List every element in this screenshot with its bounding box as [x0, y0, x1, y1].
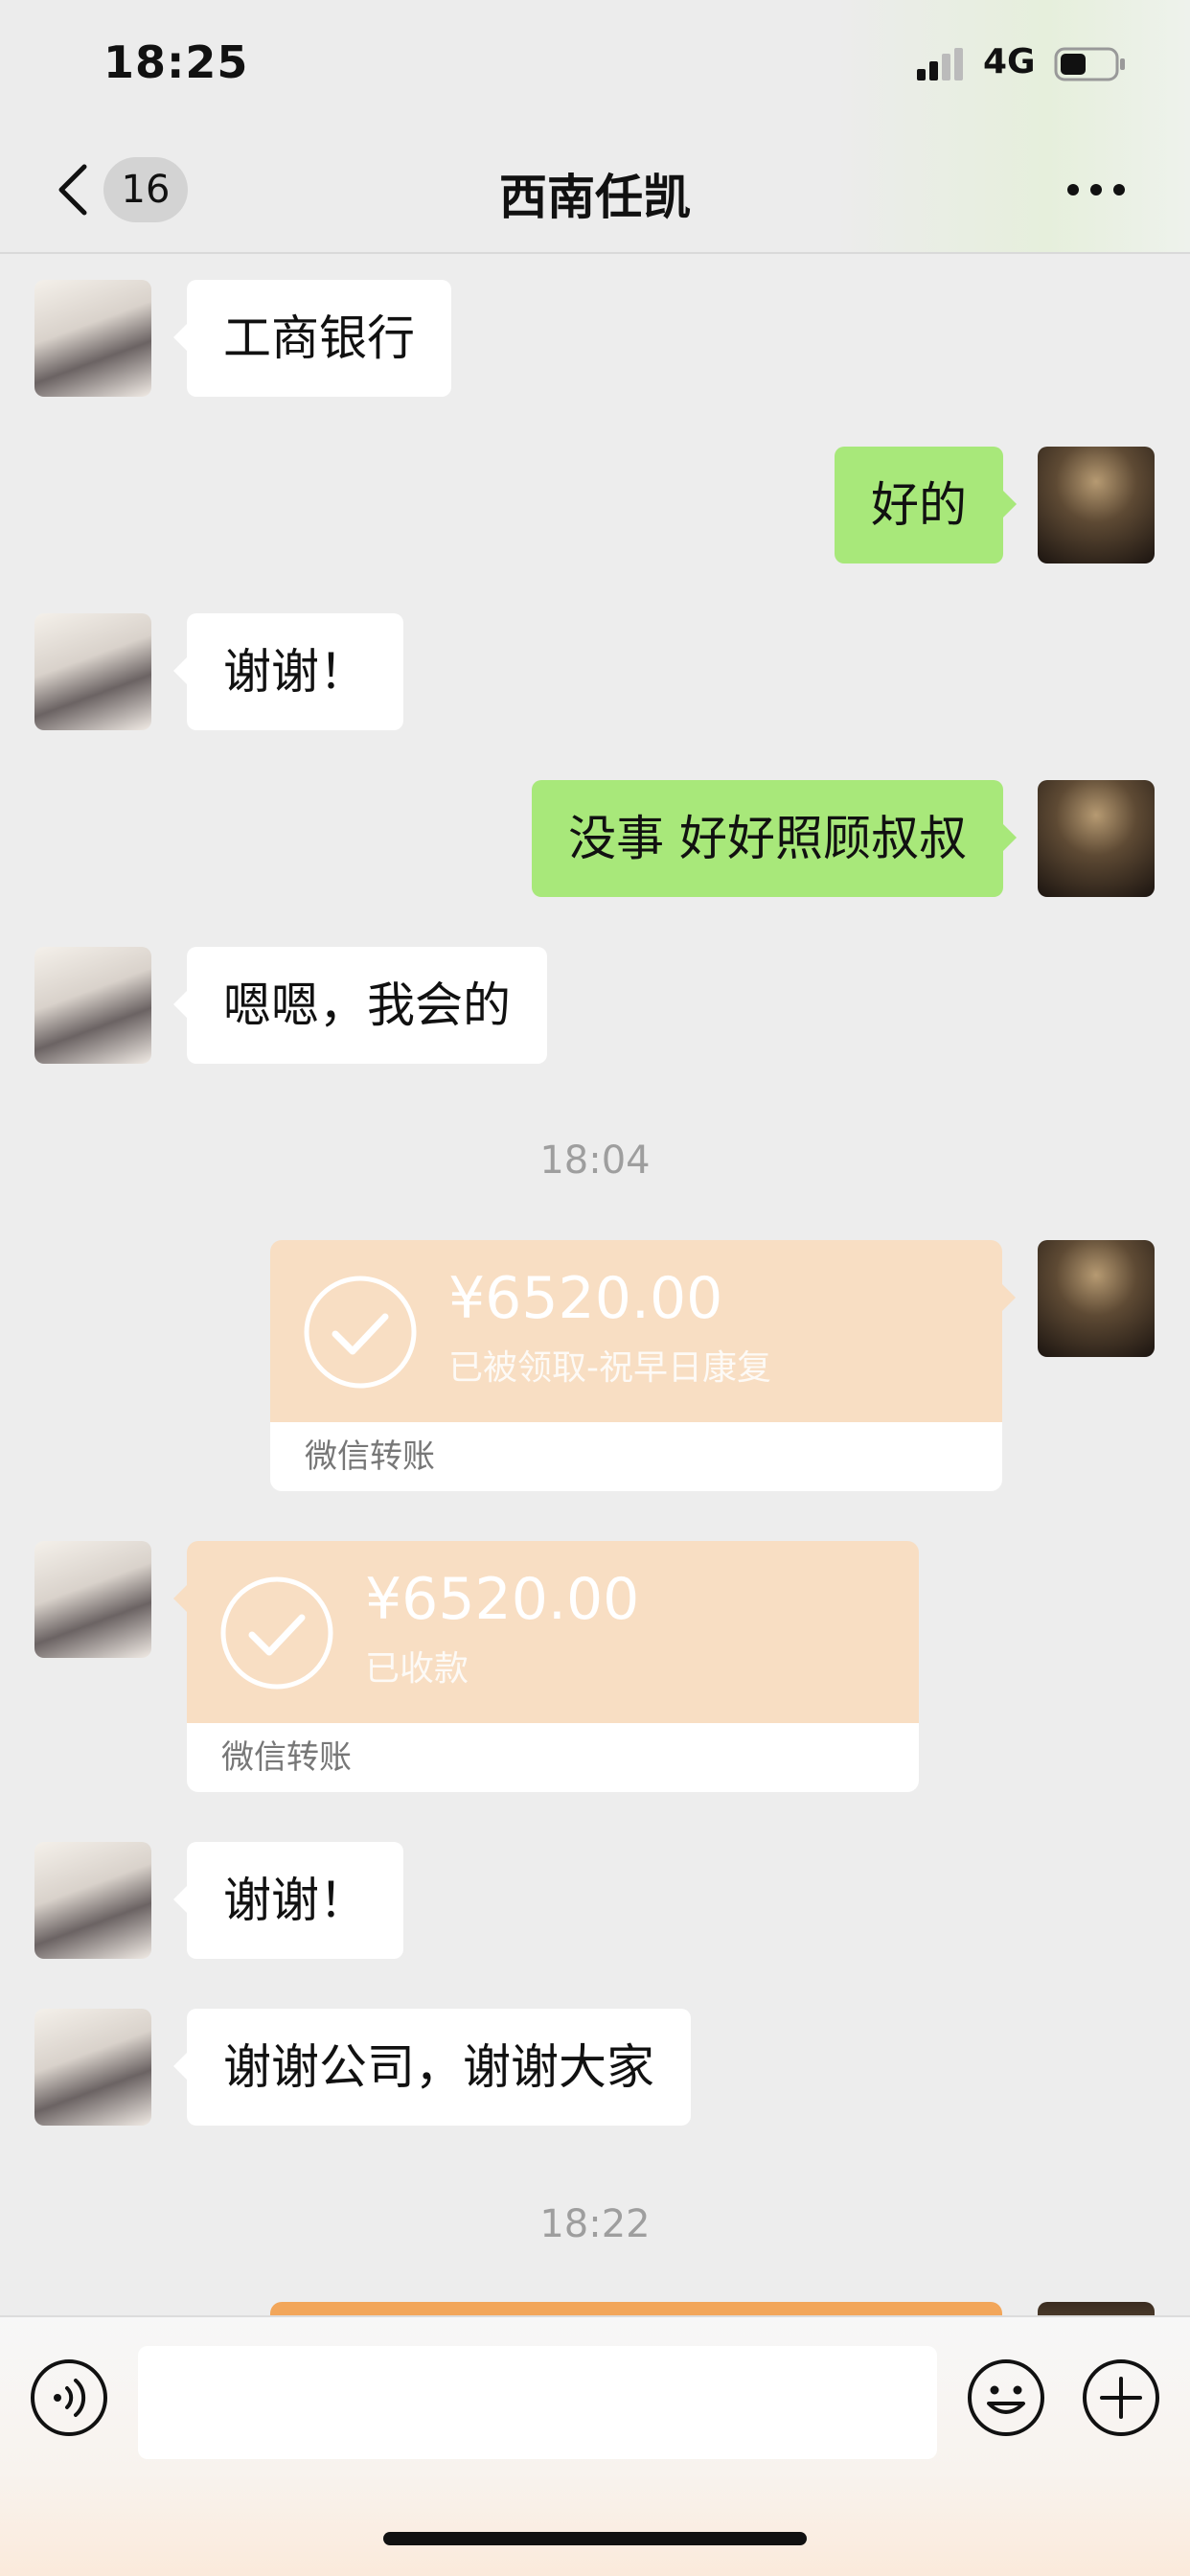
message-bubble-in[interactable]: 谢谢公司，谢谢大家: [173, 2009, 691, 2126]
emoji-icon[interactable]: [966, 2358, 1046, 2438]
transfer-card-in[interactable]: ¥6520.00 已收款 微信转账: [173, 1541, 919, 1792]
top-bar: 18:25 4G 16 西南任凯: [0, 0, 1190, 254]
signal-icon: [917, 48, 963, 80]
message-bubble-out[interactable]: 好的: [835, 447, 1017, 564]
transfer-label: 微信转账: [187, 1723, 919, 1792]
contact-avatar[interactable]: [34, 1842, 151, 1959]
message-bubble-in[interactable]: 工商银行: [173, 280, 451, 397]
more-dots-icon[interactable]: [1065, 171, 1127, 209]
chat-title: 西南任凯: [499, 170, 691, 225]
transfer-amount: ¥6520.00: [365, 1566, 640, 1633]
voice-icon[interactable]: [29, 2358, 109, 2438]
message-bubble-in[interactable]: 嗯嗯，我会的: [173, 947, 547, 1064]
message-bubble-in[interactable]: 谢谢！: [173, 613, 403, 730]
status-time: 18:25: [103, 36, 249, 88]
contact-avatar[interactable]: [34, 2009, 151, 2126]
transfer-card-body: ¥6520.00 已收款: [187, 1541, 919, 1723]
message-bubble-out[interactable]: 没事 好好照顾叔叔: [532, 780, 1017, 897]
message-bubble-in[interactable]: 谢谢！: [173, 1842, 403, 1959]
plus-icon[interactable]: [1081, 2358, 1161, 2438]
transfer-note: 已被领取-祝早日康复: [448, 1348, 771, 1388]
battery-icon: [1054, 47, 1125, 81]
transfer-amount: ¥6520.00: [448, 1265, 723, 1332]
self-avatar[interactable]: [1038, 1240, 1155, 1357]
network-type: 4G: [983, 42, 1036, 81]
transfer-card-body: ¥6520.00 已被领取-祝早日康复: [270, 1240, 1002, 1422]
self-avatar[interactable]: [1038, 780, 1155, 897]
contact-avatar[interactable]: [34, 280, 151, 397]
message-input[interactable]: [138, 2346, 937, 2459]
contact-avatar[interactable]: [34, 947, 151, 1064]
transfer-note: 已收款: [365, 1649, 469, 1689]
message-timestamp: 18:04: [539, 1138, 651, 1183]
self-avatar[interactable]: [1038, 447, 1155, 564]
transfer-card-out[interactable]: ¥6520.00 已被领取-祝早日康复 微信转账: [270, 1240, 1016, 1491]
message-timestamp: 18:22: [539, 2202, 651, 2246]
contact-avatar[interactable]: [34, 613, 151, 730]
check-circle-icon: [304, 1276, 417, 1389]
check-circle-icon: [220, 1576, 333, 1690]
transfer-label: 微信转账: [270, 1422, 1002, 1491]
contact-avatar[interactable]: [34, 1541, 151, 1658]
home-indicator: [383, 2532, 807, 2545]
